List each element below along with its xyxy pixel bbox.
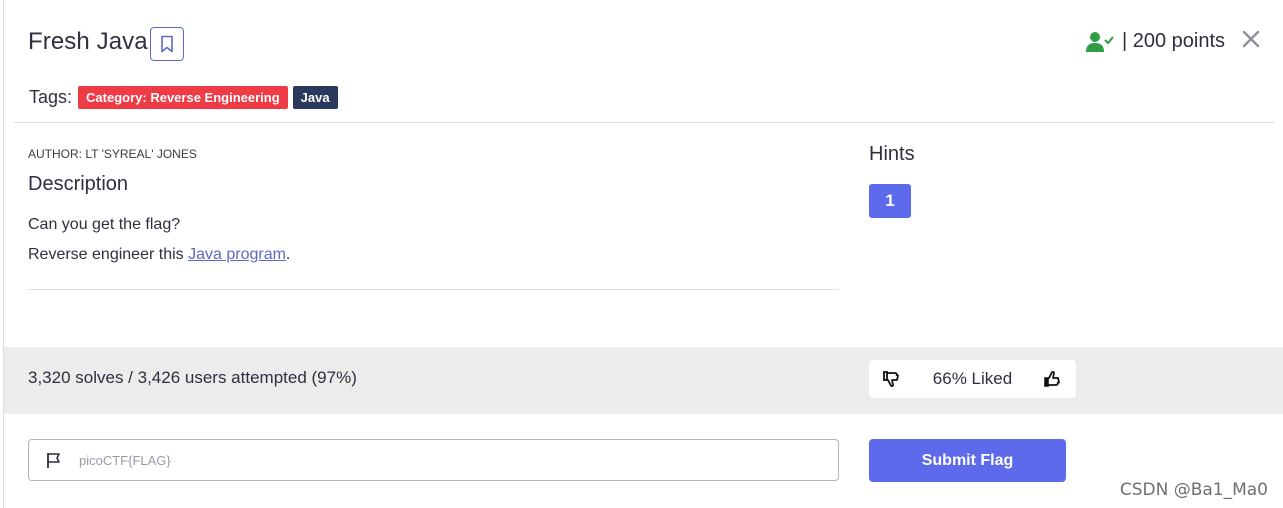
description-text: Reverse engineer this bbox=[28, 246, 189, 263]
hints-heading: Hints bbox=[869, 143, 915, 165]
stats-band: 3,320 solves / 3,426 users attempted (97… bbox=[4, 347, 1283, 414]
bookmark-icon bbox=[160, 35, 174, 53]
close-icon[interactable] bbox=[1241, 29, 1261, 49]
flag-icon bbox=[45, 451, 63, 469]
watermark: CSDN @Ba1_Ma0 bbox=[1119, 480, 1268, 500]
submit-flag-button[interactable]: Submit Flag bbox=[869, 439, 1066, 482]
author-label: AUTHOR: LT 'SYREAL' JONES bbox=[28, 147, 197, 161]
points-text: | 200 points bbox=[1121, 30, 1225, 52]
challenge-title: Fresh Java bbox=[28, 28, 148, 55]
thumbs-down-icon[interactable] bbox=[882, 369, 902, 389]
tags-label: Tags: bbox=[29, 87, 73, 107]
thumbs-up-icon[interactable] bbox=[1043, 369, 1063, 389]
user-check-icon bbox=[1085, 31, 1114, 53]
description-line-2: Reverse engineer this Java program. bbox=[28, 246, 290, 264]
description-period: . bbox=[285, 246, 291, 263]
java-program-link[interactable]: Java program bbox=[188, 246, 286, 263]
tags-row: Tags: Category: Reverse Engineering Java bbox=[29, 86, 343, 109]
description-heading: Description bbox=[28, 173, 129, 195]
flag-input-field[interactable] bbox=[28, 439, 839, 481]
bookmark-button[interactable] bbox=[150, 27, 184, 61]
liked-percentage: 66% Liked bbox=[932, 369, 1013, 388]
solves-text: 3,320 solves / 3,426 users attempted (97… bbox=[28, 368, 357, 387]
challenge-modal: Fresh Java | 200 points Tags: Category: … bbox=[3, 0, 1283, 508]
like-widget: 66% Liked bbox=[869, 360, 1076, 398]
header-divider bbox=[13, 122, 1274, 123]
description-line-1: Can you get the flag? bbox=[28, 216, 181, 233]
tag-category[interactable]: Category: Reverse Engineering bbox=[78, 86, 288, 109]
description-divider bbox=[28, 289, 839, 290]
flag-input[interactable] bbox=[79, 452, 779, 468]
points-display: | 200 points bbox=[1085, 30, 1225, 53]
hint-button-1[interactable]: 1 bbox=[869, 184, 911, 218]
tag-java[interactable]: Java bbox=[292, 86, 338, 109]
